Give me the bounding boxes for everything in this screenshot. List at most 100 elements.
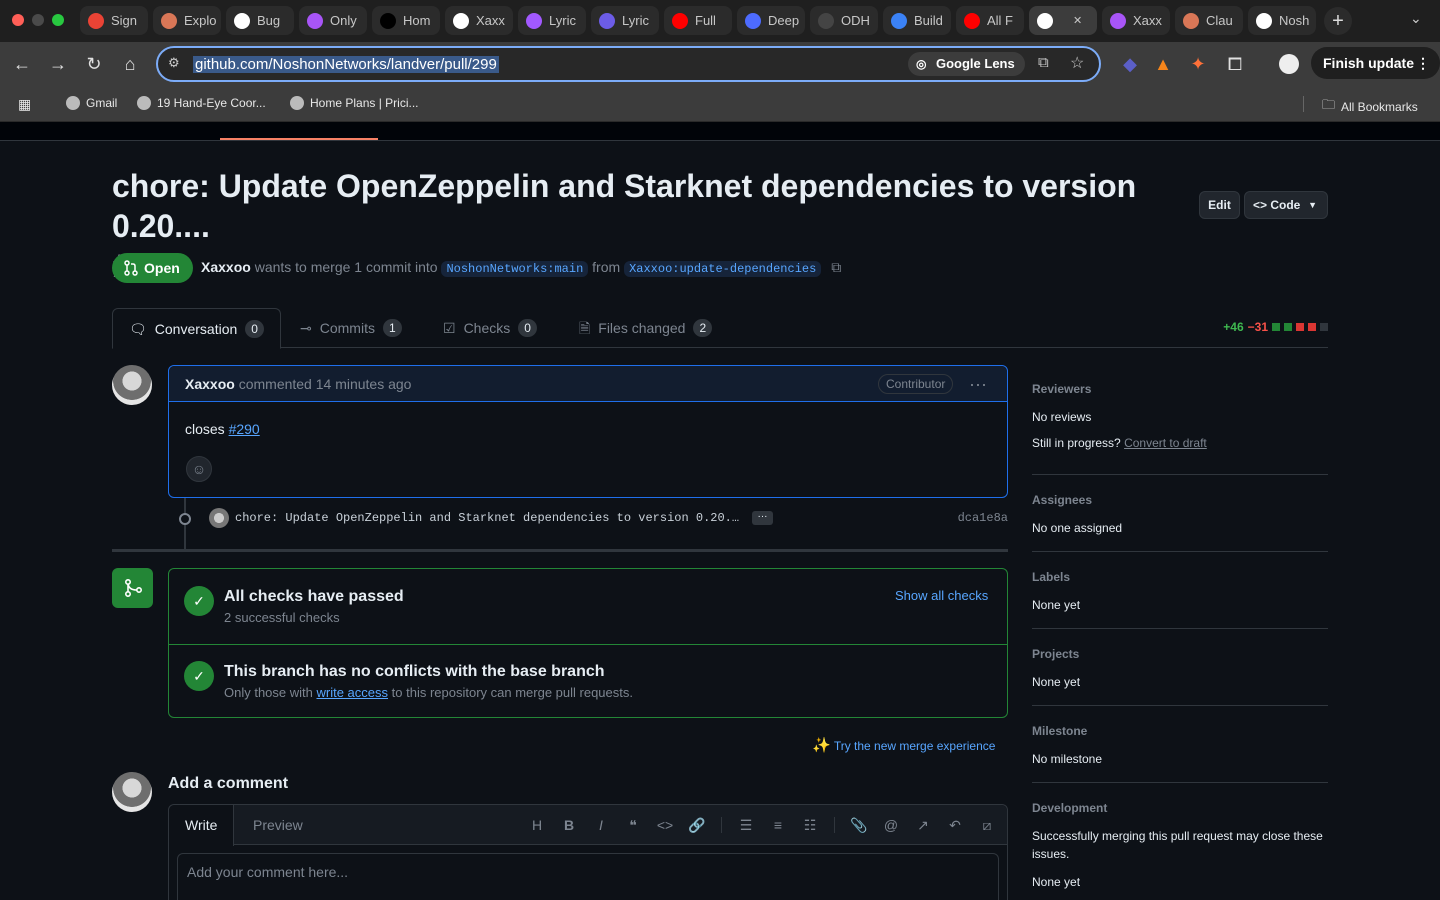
bookmark-gmail[interactable]: Gmail bbox=[66, 96, 117, 110]
home-icon[interactable]: ⌂ bbox=[118, 52, 142, 76]
browser-tab[interactable]: Lyric bbox=[518, 6, 586, 35]
bulleted-list-icon[interactable]: ≡ bbox=[769, 816, 787, 834]
tab-counter: 0 bbox=[518, 319, 537, 337]
browser-tab[interactable]: Hom bbox=[372, 6, 440, 35]
show-all-checks-link[interactable]: Show all checks bbox=[895, 588, 988, 603]
commit-row: chore: Update OpenZeppelin and Starknet … bbox=[176, 506, 1008, 530]
close-window-button[interactable] bbox=[12, 14, 24, 26]
browser-tab[interactable]: Bug bbox=[226, 6, 294, 35]
merge-box: ✓ All checks have passed 2 successful ch… bbox=[168, 568, 1008, 718]
avatar[interactable] bbox=[209, 508, 229, 528]
maximize-window-button[interactable] bbox=[52, 14, 64, 26]
base-branch[interactable]: NoshonNetworks:main bbox=[441, 261, 589, 277]
reviewers-heading[interactable]: Reviewers bbox=[1032, 382, 1328, 396]
extension-brave-icon[interactable]: ✦ bbox=[1186, 52, 1210, 76]
tab-commits[interactable]: ⊸ Commits 1 bbox=[300, 308, 402, 348]
bold-icon[interactable]: B bbox=[560, 816, 578, 834]
milestone-value: No milestone bbox=[1032, 752, 1103, 766]
minimize-window-button[interactable] bbox=[32, 14, 44, 26]
browser-tab[interactable]: All F bbox=[956, 6, 1024, 35]
edit-button[interactable]: Edit bbox=[1199, 191, 1240, 219]
task-list-icon[interactable]: ☷ bbox=[801, 816, 819, 834]
browser-tab[interactable]: Deep bbox=[737, 6, 805, 35]
browser-tab[interactable]: Build bbox=[883, 6, 951, 35]
tab-checks[interactable]: ☑ Checks 0 bbox=[443, 308, 537, 348]
pr-author-link[interactable]: Xaxxoo bbox=[201, 259, 251, 275]
comment-textarea[interactable]: Add your comment here... bbox=[177, 853, 999, 900]
heading-icon[interactable]: H bbox=[528, 816, 546, 834]
browser-tab[interactable]: Only bbox=[299, 6, 367, 35]
extension-teams-icon[interactable]: ◆ bbox=[1118, 52, 1142, 76]
commit-sha[interactable]: dca1e8a bbox=[958, 511, 1008, 525]
extension-metamask-icon[interactable]: ▲ bbox=[1151, 52, 1175, 76]
browser-tab[interactable]: Lyric bbox=[591, 6, 659, 35]
write-access-link[interactable]: write access bbox=[317, 685, 389, 700]
development-heading[interactable]: Development bbox=[1032, 801, 1328, 815]
bookmark-star-icon[interactable]: ☆ bbox=[1070, 53, 1084, 73]
try-new-merge-link[interactable]: ✨ Try the new merge experience bbox=[812, 736, 995, 754]
tab-conversation[interactable]: 🗨 Conversation 0 bbox=[112, 308, 281, 349]
browser-tab[interactable]: Nosh bbox=[1248, 6, 1316, 35]
attach-icon[interactable]: 📎 bbox=[850, 816, 868, 834]
milestone-heading[interactable]: Milestone bbox=[1032, 724, 1328, 738]
mention-icon[interactable]: @ bbox=[882, 816, 900, 834]
tab-files-changed[interactable]: 🗎 Files changed 2 bbox=[579, 308, 713, 348]
youtube-icon bbox=[672, 12, 688, 29]
back-arrow-icon[interactable]: ← bbox=[10, 52, 34, 76]
comment-author[interactable]: Xaxxoo bbox=[185, 376, 235, 392]
comment-timestamp[interactable]: commented 14 minutes ago bbox=[239, 376, 412, 392]
forward-arrow-icon[interactable]: → bbox=[46, 52, 70, 76]
apps-grid-icon[interactable]: ▦ bbox=[18, 96, 31, 113]
additions-count: +46 bbox=[1223, 320, 1244, 334]
assignees-heading[interactable]: Assignees bbox=[1032, 493, 1328, 507]
code-icon[interactable]: <> bbox=[656, 816, 674, 834]
finish-update-button[interactable]: Finish update ⋮ bbox=[1311, 47, 1440, 79]
reply-icon[interactable]: ↶ bbox=[946, 816, 964, 834]
extensions-puzzle-icon[interactable]: ⧠ bbox=[1223, 52, 1247, 76]
commit-message[interactable]: chore: Update OpenZeppelin and Starknet … bbox=[235, 511, 745, 525]
profile-avatar[interactable] bbox=[1277, 52, 1301, 76]
browser-tab-bar: Sign Explo Bug Only Hom Xaxx Lyric Lyric Full Dee… bbox=[0, 0, 1440, 42]
projects-heading[interactable]: Projects bbox=[1032, 647, 1328, 661]
head-branch[interactable]: Xaxxoo:update-dependencies bbox=[624, 261, 822, 277]
preview-tab[interactable]: Preview bbox=[237, 805, 319, 845]
numbered-list-icon[interactable]: ☰ bbox=[737, 816, 755, 834]
slash-command-icon[interactable]: ⧄ bbox=[978, 816, 996, 834]
google-lens-button[interactable]: ◎ Google Lens bbox=[908, 52, 1025, 76]
site-info-icon[interactable]: ⚙ bbox=[168, 55, 180, 71]
more-options-icon[interactable]: ··· bbox=[969, 366, 987, 402]
convert-to-draft-link[interactable]: Convert to draft bbox=[1124, 436, 1207, 450]
avatar[interactable] bbox=[112, 365, 152, 405]
quote-icon[interactable]: ❝ bbox=[624, 816, 642, 834]
tab-label: Checks bbox=[463, 320, 511, 336]
install-app-icon[interactable]: ⧉ bbox=[1038, 54, 1049, 71]
figma-icon bbox=[526, 12, 542, 29]
add-reaction-icon[interactable]: ☺ bbox=[186, 456, 212, 482]
code-button[interactable]: <> Code ▼ bbox=[1244, 191, 1328, 219]
bookmark-home-plans[interactable]: Home Plans | Prici... bbox=[290, 96, 418, 110]
browser-tab[interactable]: Explo bbox=[153, 6, 221, 35]
url-text[interactable]: github.com/NoshonNetworks/landver/pull/2… bbox=[193, 56, 499, 73]
expand-commit-button[interactable]: ··· bbox=[752, 511, 773, 525]
browser-tab[interactable]: Sign bbox=[80, 6, 148, 35]
labels-heading[interactable]: Labels bbox=[1032, 570, 1328, 584]
reload-icon[interactable]: ↻ bbox=[82, 52, 106, 76]
new-tab-button[interactable]: + bbox=[1324, 7, 1352, 35]
close-tab-icon[interactable]: ✕ bbox=[1073, 14, 1082, 27]
browser-tab[interactable]: Full bbox=[664, 6, 732, 35]
write-tab[interactable]: Write bbox=[169, 805, 235, 846]
address-bar[interactable]: ⚙ github.com/NoshonNetworks/landver/pull… bbox=[156, 46, 1101, 82]
issue-link[interactable]: #290 bbox=[229, 421, 260, 437]
bookmark-hand-eye[interactable]: 19 Hand-Eye Coor... bbox=[137, 96, 266, 110]
italic-icon[interactable]: I bbox=[592, 816, 610, 834]
cross-reference-icon[interactable]: ↗ bbox=[914, 816, 932, 834]
link-icon[interactable]: 🔗 bbox=[688, 816, 706, 834]
browser-tab[interactable]: ✕ bbox=[1029, 6, 1097, 35]
all-bookmarks-button[interactable]: 🗀 All Bookmarks bbox=[1322, 96, 1418, 118]
browser-tab[interactable]: Clau bbox=[1175, 6, 1243, 35]
copy-icon[interactable]: ⧉ bbox=[831, 259, 841, 275]
browser-tab[interactable]: Xaxx bbox=[1102, 6, 1170, 35]
browser-tab[interactable]: Xaxx bbox=[445, 6, 513, 35]
tab-search-chevron-icon[interactable]: ⌄ bbox=[1410, 10, 1422, 27]
browser-tab[interactable]: ODH bbox=[810, 6, 878, 35]
